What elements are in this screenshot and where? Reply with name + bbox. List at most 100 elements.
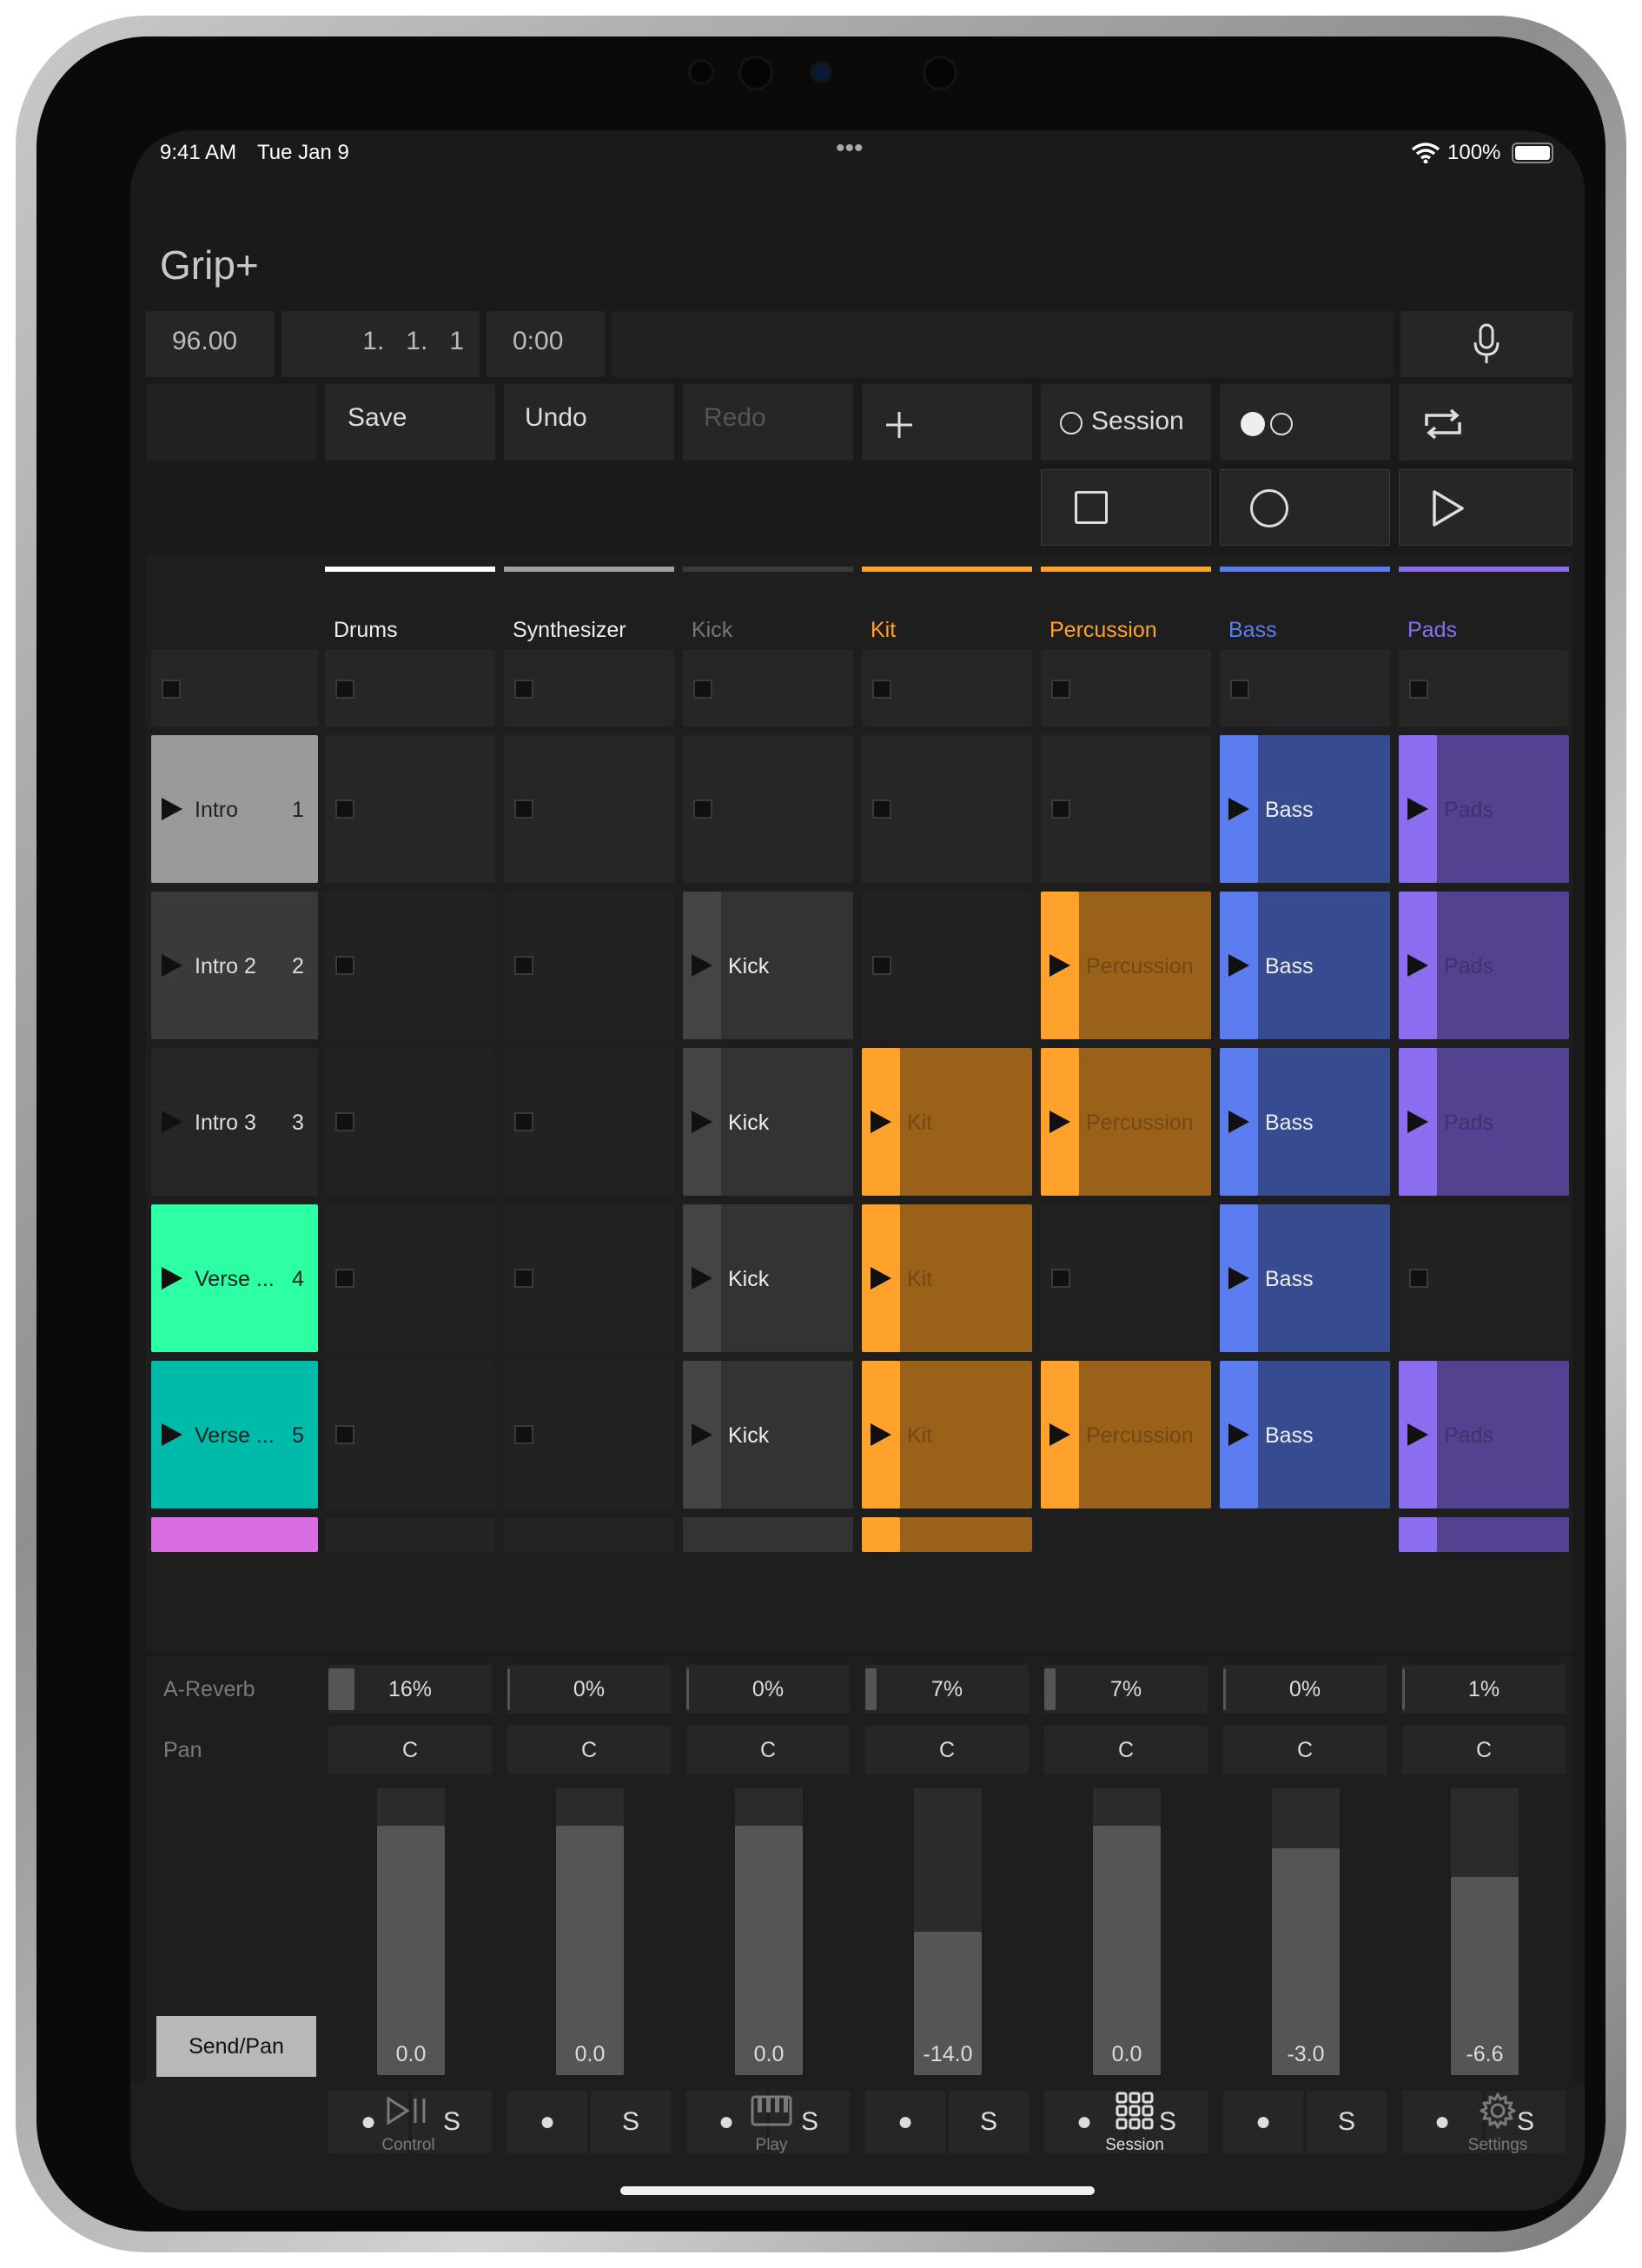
play-triangle-icon xyxy=(692,1423,712,1446)
stop-square-icon xyxy=(162,680,181,699)
play-triangle-icon xyxy=(162,1267,182,1290)
stop-button[interactable] xyxy=(1041,469,1211,546)
mic-button[interactable] xyxy=(1400,311,1572,377)
empty-dot-icon xyxy=(1270,413,1293,435)
play-triangle-icon xyxy=(692,1111,712,1133)
solo-button[interactable]: S xyxy=(949,2091,1029,2153)
pan-knob-drums[interactable]: C xyxy=(328,1726,492,1774)
solo-button[interactable]: S xyxy=(1307,2091,1387,2153)
stop-square-icon xyxy=(335,1425,354,1444)
mute-button[interactable]: ● xyxy=(1223,2091,1303,2153)
play-triangle-icon xyxy=(162,1423,182,1446)
play-triangle-icon xyxy=(871,1423,891,1446)
status-bar: 9:41 AM Tue Jan 9 ••• 100% xyxy=(130,130,1585,179)
tab-session[interactable]: Session xyxy=(1048,2089,1222,2193)
track-name-drums[interactable]: Drums xyxy=(325,615,495,645)
stop-square-icon xyxy=(872,680,891,699)
tab-label: Settings xyxy=(1467,2136,1528,2154)
undo-button[interactable]: Undo xyxy=(504,384,674,461)
play-triangle-icon xyxy=(1228,954,1249,977)
volume-value: -14.0 xyxy=(923,2042,973,2066)
play-triangle-icon xyxy=(1228,798,1249,820)
view-toggle-button[interactable] xyxy=(1220,384,1390,461)
scene-launch-6[interactable] xyxy=(151,1517,318,1552)
play-button[interactable] xyxy=(1399,469,1572,546)
tab-control[interactable]: Control xyxy=(321,2089,495,2193)
save-button[interactable]: Save xyxy=(325,384,495,461)
send-label: A-Reverb xyxy=(163,1677,255,1701)
pan-label: Pan xyxy=(163,1738,202,1762)
clip-name: Kit xyxy=(907,1111,933,1135)
clip-name: Kit xyxy=(907,1423,933,1448)
pan-knob-kit[interactable]: C xyxy=(865,1726,1029,1774)
clip-slot-partial[interactable] xyxy=(325,1517,495,1552)
play-triangle-icon xyxy=(162,798,182,820)
tab-label: Control xyxy=(381,2136,435,2154)
session-record-button[interactable]: Session xyxy=(1041,384,1211,461)
clip-name: Pads xyxy=(1444,798,1493,822)
multitask-dots[interactable]: ••• xyxy=(836,134,864,163)
sensor-left xyxy=(688,59,714,85)
track-name-kit[interactable]: Kit xyxy=(862,615,1032,645)
pan-knob-pads[interactable]: C xyxy=(1402,1726,1566,1774)
scene-number: 1 xyxy=(292,798,304,822)
tempo-field[interactable]: 96.00 xyxy=(146,311,275,377)
track-name-kick[interactable]: Kick xyxy=(683,615,853,645)
pan-knob-percussion[interactable]: C xyxy=(1044,1726,1208,1774)
stop-square-icon xyxy=(693,799,712,819)
piano-icon xyxy=(685,2089,858,2132)
status-date: Tue Jan 9 xyxy=(257,141,349,164)
loop-button[interactable] xyxy=(1399,384,1572,461)
send-value: 0% xyxy=(1288,1677,1321,1701)
play-triangle-icon xyxy=(1228,1111,1249,1133)
clip-name: Bass xyxy=(1265,1423,1314,1448)
track-color-bar xyxy=(1041,567,1211,572)
stop-square-icon xyxy=(1051,680,1070,699)
send-pan-button[interactable]: Send/Pan xyxy=(156,2016,316,2077)
overview-bar[interactable] xyxy=(612,311,1394,377)
mute-button[interactable]: ● xyxy=(507,2091,587,2153)
track-name-percussion[interactable]: Percussion xyxy=(1041,615,1211,645)
filled-dot-icon xyxy=(1241,412,1265,436)
gear-icon xyxy=(1411,2089,1585,2132)
redo-button[interactable]: Redo xyxy=(683,384,853,461)
send-value: 0% xyxy=(751,1677,785,1701)
play-triangle-icon xyxy=(1228,1267,1249,1290)
clip-name: Kick xyxy=(728,1423,770,1448)
tab-settings[interactable]: Settings xyxy=(1411,2089,1585,2193)
pan-knob-kick[interactable]: C xyxy=(686,1726,850,1774)
clip-slot-partial[interactable] xyxy=(504,1517,674,1552)
add-button[interactable] xyxy=(862,384,1032,461)
solo-button[interactable]: S xyxy=(591,2091,671,2153)
volume-fader-fill xyxy=(377,1826,445,2075)
pan-knob-synthesizer[interactable]: C xyxy=(507,1726,671,1774)
scene-name: Intro 2 xyxy=(195,954,256,978)
volume-value: -6.6 xyxy=(1466,2042,1504,2066)
track-name-pads[interactable]: Pads xyxy=(1399,615,1569,645)
track-name-synthesizer[interactable]: Synthesizer xyxy=(504,615,674,645)
tab-label: Play xyxy=(755,2136,788,2154)
clip-name: Kick xyxy=(728,1267,770,1291)
stop-square-icon xyxy=(514,799,533,819)
pan-knob-bass[interactable]: C xyxy=(1223,1726,1387,1774)
time-field[interactable]: 0:00 xyxy=(487,311,605,377)
stop-square-icon xyxy=(514,1425,533,1444)
clip-slot-partial[interactable] xyxy=(1220,1517,1390,1552)
mute-button[interactable]: ● xyxy=(865,2091,945,2153)
play-icon xyxy=(1433,490,1464,527)
track-color-bar xyxy=(862,567,1032,572)
track-name-bass[interactable]: Bass xyxy=(1220,615,1390,645)
clip-color-strip xyxy=(862,1517,900,1552)
send-value: 7% xyxy=(1109,1677,1142,1701)
song-position-field[interactable]: 1. 1. 1 xyxy=(281,311,480,377)
clip-name: Pads xyxy=(1444,1111,1493,1135)
scene-number: 5 xyxy=(292,1423,304,1448)
clip-slot-partial[interactable] xyxy=(1041,1517,1211,1552)
tab-play[interactable]: Play xyxy=(685,2089,858,2193)
record-button[interactable] xyxy=(1220,469,1390,546)
circle-icon xyxy=(1060,412,1083,434)
clip-name: Percussion xyxy=(1086,1423,1194,1448)
track-color-bar xyxy=(683,567,853,572)
clip-slot-partial[interactable] xyxy=(683,1517,853,1552)
play-triangle-icon xyxy=(162,954,182,977)
